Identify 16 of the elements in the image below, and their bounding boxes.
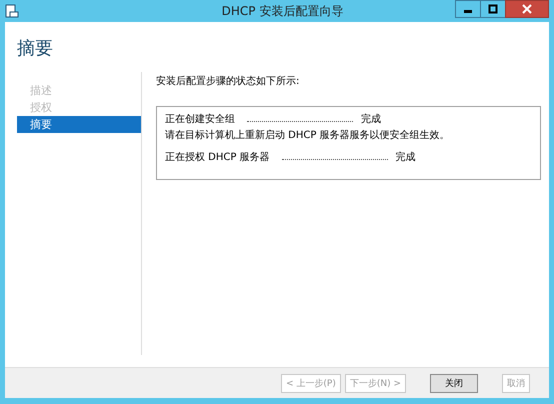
app-icon — [5, 4, 19, 18]
nav-item[interactable]: 摘要 — [17, 116, 141, 133]
minimize-button[interactable] — [455, 0, 481, 18]
maximize-button[interactable] — [480, 0, 506, 18]
wizard-button[interactable]: 关闭 — [430, 374, 478, 392]
step-note: 请在目标计算机上重新启动 DHCP 服务器服务以便安全组生效。 — [165, 128, 451, 142]
close-button[interactable] — [505, 0, 549, 18]
maximize-icon — [488, 4, 498, 14]
page-title: 摘要 — [16, 37, 54, 61]
intro-text: 安装后配置步骤的状态如下所示: — [156, 74, 300, 89]
step-status: 完成 — [396, 150, 416, 164]
window-title: DHCP 安装后配置向导 — [220, 2, 344, 20]
close-icon — [522, 4, 532, 14]
step-label: 正在授权 DHCP 服务器 — [165, 150, 270, 164]
step-status: 完成 — [361, 112, 381, 126]
step-label: 正在创建安全组 — [165, 112, 235, 126]
